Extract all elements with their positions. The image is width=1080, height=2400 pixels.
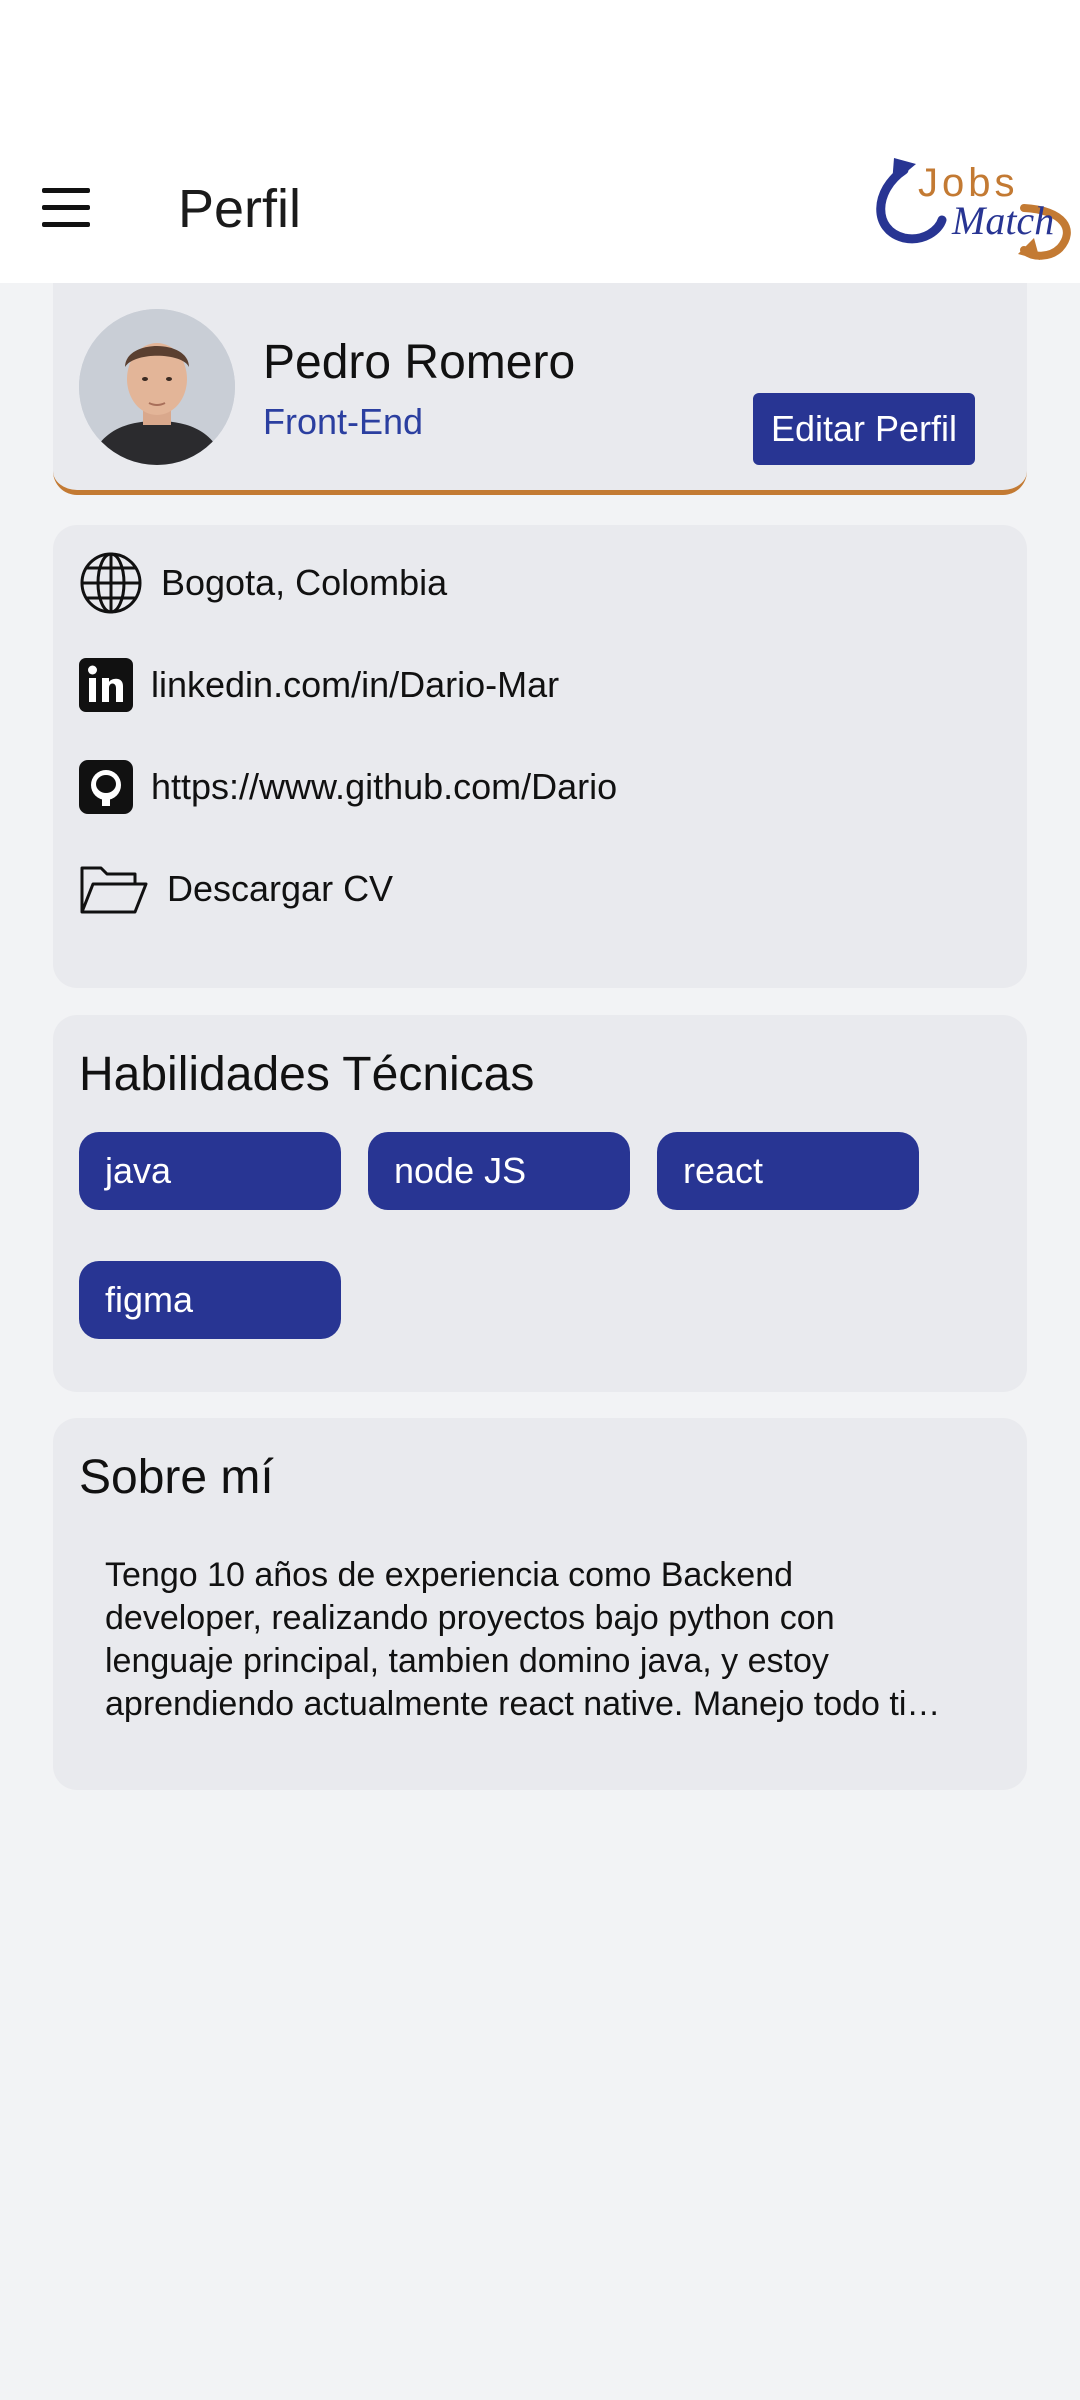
linkedin-row[interactable]: linkedin.com/in/Dario-Mar bbox=[79, 653, 559, 717]
app-header: Perfil Jobs Match bbox=[0, 0, 1080, 283]
skills-title: Habilidades Técnicas bbox=[79, 1048, 535, 1101]
linkedin-icon bbox=[79, 653, 133, 717]
github-icon bbox=[79, 755, 133, 819]
globe-icon bbox=[79, 551, 143, 615]
profile-role: Front-End bbox=[263, 401, 424, 442]
profile-card: Pedro Romero Front-End Editar Perfil bbox=[53, 283, 1027, 495]
linkedin-link[interactable]: linkedin.com/in/Dario-Mar bbox=[151, 664, 559, 706]
skill-chip[interactable]: node JS bbox=[368, 1132, 630, 1210]
contact-card: Bogota, Colombia linkedin.com/in/Dario-M… bbox=[53, 525, 1027, 988]
location-row: Bogota, Colombia bbox=[79, 551, 447, 615]
avatar bbox=[79, 309, 235, 465]
skill-chip[interactable]: java bbox=[79, 1132, 341, 1210]
about-title: Sobre mí bbox=[79, 1451, 274, 1504]
github-row[interactable]: https://www.github.com/Dario bbox=[79, 755, 617, 819]
location-text: Bogota, Colombia bbox=[161, 562, 448, 603]
github-link[interactable]: https://www.github.com/Dario bbox=[151, 766, 617, 808]
skill-chip[interactable]: figma bbox=[79, 1261, 341, 1339]
download-cv-row[interactable]: Descargar CV bbox=[79, 857, 393, 921]
skills-card: Habilidades Técnicas java node JS react … bbox=[53, 1015, 1027, 1392]
download-cv-link[interactable]: Descargar CV bbox=[167, 868, 393, 910]
edit-profile-button[interactable]: Editar Perfil bbox=[753, 393, 975, 465]
hamburger-menu-icon[interactable] bbox=[42, 188, 92, 228]
page-title: Perfil bbox=[178, 179, 302, 239]
folder-icon bbox=[79, 857, 149, 921]
about-text: Tengo 10 años de experiencia como Backen… bbox=[105, 1556, 945, 1723]
logo-text-match: Match bbox=[951, 198, 1054, 243]
profile-name: Pedro Romero bbox=[263, 336, 576, 389]
jobs-match-logo: Jobs Match bbox=[864, 150, 1080, 268]
about-card: Sobre mí Tengo 10 años de experiencia co… bbox=[53, 1418, 1027, 1790]
skill-chip[interactable]: react bbox=[657, 1132, 919, 1210]
